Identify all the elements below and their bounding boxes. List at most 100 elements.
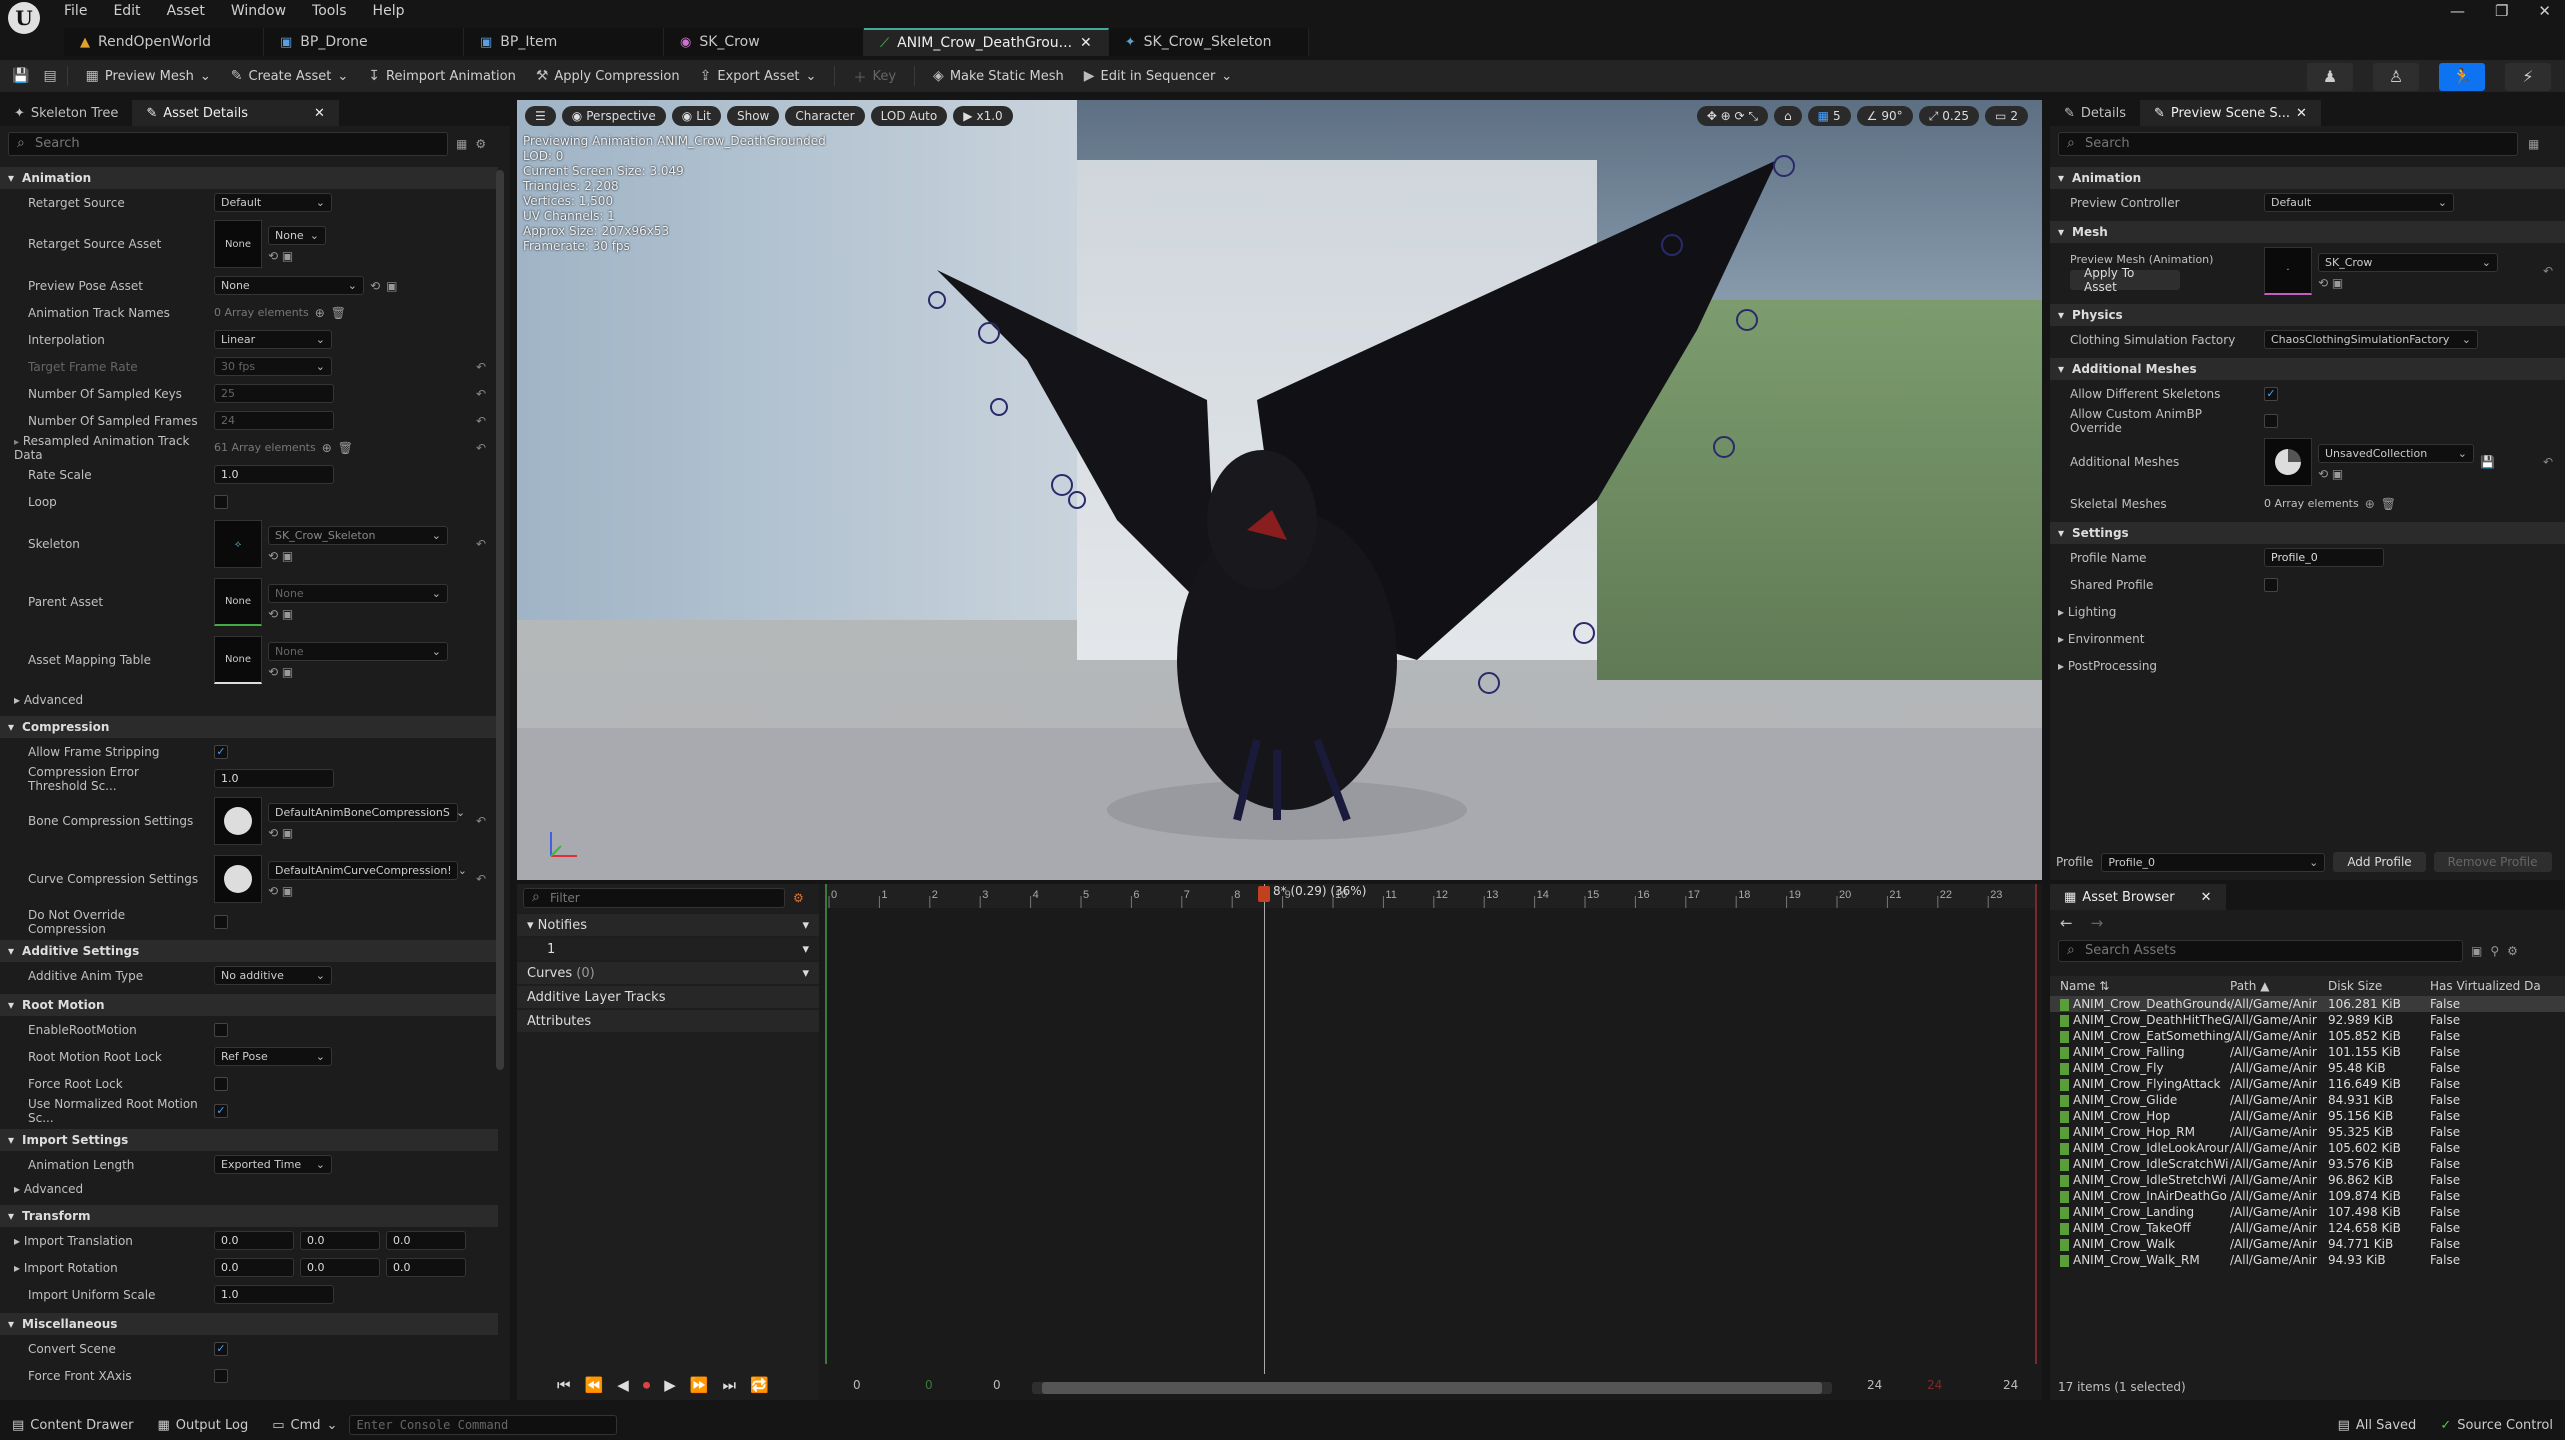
scrollbar[interactable]	[496, 170, 504, 1070]
use-selected-icon[interactable]: ⟲	[268, 826, 278, 840]
asset-row[interactable]: ANIM_Crow_Glide/All/Game/Anir 84.931 KiB F…	[2050, 1092, 2565, 1108]
close-tab-icon[interactable]: ✕	[1080, 35, 1092, 51]
surface-snap-icon[interactable]: ⌂	[1774, 106, 1802, 126]
rate-scale-input[interactable]: 1.0	[214, 465, 334, 484]
delete-icon[interactable]: 🗑	[338, 441, 353, 455]
category-physics[interactable]: ▾ Physics	[2050, 304, 2565, 326]
play-reverse-icon[interactable]: ◀	[617, 1376, 629, 1394]
time-range-thumb[interactable]	[1042, 1382, 1822, 1394]
skeleton-mode-icon[interactable]: ♟	[2307, 63, 2353, 91]
environment-expander[interactable]: ▸ Environment	[2050, 625, 2565, 652]
parent-asset-dropdown[interactable]: None	[268, 583, 448, 603]
browse-folder-icon[interactable]: ▣	[386, 279, 397, 293]
col-virtualized[interactable]: Has Virtualized Da	[2430, 979, 2565, 993]
asset-row[interactable]: ANIM_Crow_Fly/All/Game/Anir 95.48 KiB Fals…	[2050, 1060, 2565, 1076]
do-not-override-checkbox[interactable]	[214, 914, 228, 929]
lod-button[interactable]: LOD Auto	[870, 106, 948, 126]
notifies-track[interactable]: ▾ Notifies ▾	[517, 914, 819, 936]
track-filter-input[interactable]: Filter	[523, 888, 785, 908]
asset-row[interactable]: ANIM_Crow_DeathGrounde/All/Game/Anir 106.…	[2050, 996, 2565, 1012]
additive-type-dropdown[interactable]: No additive	[214, 966, 332, 985]
show-button[interactable]: Show	[726, 106, 780, 126]
category-settings[interactable]: ▾ Settings	[2050, 522, 2565, 544]
export-asset-button[interactable]: ⇪ Export Asset ⌄	[692, 63, 825, 89]
reset-icon[interactable]: ↶	[476, 360, 486, 374]
category-import-settings[interactable]: ▾ Import Settings	[0, 1129, 498, 1151]
preview-controller-dropdown[interactable]: Default	[2264, 193, 2454, 212]
tab-details[interactable]: ✎ Details	[2050, 100, 2140, 126]
forward-arrow-icon[interactable]: →	[2091, 914, 2104, 932]
add-element-icon[interactable]: ⊕	[315, 306, 325, 320]
loop-checkbox[interactable]	[214, 494, 228, 509]
playback-speed-button[interactable]: ▶ x1.0	[953, 106, 1013, 126]
category-compression[interactable]: ▾ Compression	[0, 716, 498, 738]
root-motion-checkbox[interactable]	[214, 1022, 228, 1037]
unreal-logo-icon[interactable]: U	[8, 2, 40, 34]
rotation-x-input[interactable]: 0.0	[214, 1258, 294, 1277]
menu-asset[interactable]: Asset	[167, 3, 205, 19]
rotation-z-input[interactable]: 0.0	[386, 1258, 466, 1277]
browse-folder-icon[interactable]: ▣	[282, 665, 293, 679]
normalized-checkbox[interactable]: ✓	[214, 1103, 228, 1118]
preview-pose-dropdown[interactable]: None	[214, 276, 364, 295]
notify-track-1[interactable]: 1 ▾	[517, 938, 819, 960]
close-icon[interactable]: ✕	[2296, 106, 2307, 121]
asset-row[interactable]: ANIM_Crow_InAirDeathGo/All/Game/Anir 109.…	[2050, 1188, 2565, 1204]
edit-in-sequencer-button[interactable]: ▶ Edit in Sequencer ⌄	[1076, 63, 1240, 89]
attributes-track[interactable]: Attributes	[517, 1010, 819, 1032]
physics-mode-icon[interactable]: ⚡	[2505, 63, 2551, 91]
mapping-thumbnail[interactable]: None	[214, 636, 262, 684]
preview-mesh-thumbnail[interactable]: ·	[2264, 247, 2312, 295]
restore-icon[interactable]: ❐	[2495, 2, 2508, 20]
reset-icon[interactable]: ↶	[2543, 264, 2553, 278]
reimport-button[interactable]: ↧ Reimport Animation	[360, 63, 524, 89]
tab-rendopenworld[interactable]: ▲ RendOpenWorld	[64, 28, 264, 56]
mesh-mode-icon[interactable]: ♙	[2373, 63, 2419, 91]
add-element-icon[interactable]: ⊕	[322, 441, 332, 455]
use-selected-icon[interactable]: ⟲	[268, 607, 278, 621]
reset-icon[interactable]: ↶	[476, 441, 486, 455]
menu-edit[interactable]: Edit	[113, 3, 140, 19]
asset-row[interactable]: ANIM_Crow_TakeOff/All/Game/Anir 124.658 K…	[2050, 1220, 2565, 1236]
browse-folder-icon[interactable]: ▣	[282, 607, 293, 621]
asset-row[interactable]: ANIM_Crow_Hop/All/Game/Anir 95.156 KiB Fal…	[2050, 1108, 2565, 1124]
browse-folder-icon[interactable]: ▣	[282, 884, 293, 898]
output-log-button[interactable]: ▦ Output Log	[145, 1418, 260, 1433]
advanced-expander[interactable]: ▸ Advanced	[0, 1178, 498, 1200]
root-lock-dropdown[interactable]: Ref Pose	[214, 1047, 332, 1066]
character-button[interactable]: Character	[785, 106, 865, 126]
reset-icon[interactable]: ↶	[476, 814, 486, 828]
angle-snap-button[interactable]: ∠ 90°	[1856, 106, 1913, 126]
asset-row[interactable]: ANIM_Crow_IdleScratchWi/All/Game/Anir 93.…	[2050, 1156, 2565, 1172]
content-drawer-button[interactable]: ▤ Content Drawer	[0, 1418, 145, 1433]
source-control-button[interactable]: ✓ Source Control	[2428, 1418, 2565, 1433]
remove-profile-button[interactable]: Remove Profile	[2433, 852, 2552, 872]
asset-thumbnail[interactable]: None	[214, 220, 262, 268]
parent-asset-thumbnail[interactable]: None	[214, 578, 262, 626]
force-front-checkbox[interactable]	[214, 1368, 228, 1383]
use-selected-icon[interactable]: ⟲	[268, 249, 278, 263]
reset-icon[interactable]: ↶	[476, 387, 486, 401]
category-additive[interactable]: ▾ Additive Settings	[0, 940, 498, 962]
key-button[interactable]: ＋ Key	[845, 63, 904, 89]
add-element-icon[interactable]: ⊕	[2365, 497, 2375, 511]
mapping-dropdown[interactable]: None	[268, 641, 448, 661]
reset-icon[interactable]: ↶	[2543, 455, 2553, 469]
tab-skeleton-tree[interactable]: ✦ Skeleton Tree	[0, 100, 132, 126]
use-selected-icon[interactable]: ⟲	[2318, 276, 2328, 290]
save-icon[interactable]: 💾	[12, 68, 29, 84]
collection-thumbnail[interactable]	[2264, 438, 2312, 486]
table-view-icon[interactable]: ▦	[2528, 137, 2539, 151]
close-icon[interactable]: ✕	[314, 106, 325, 121]
browse-folder-icon[interactable]: ▣	[2332, 276, 2343, 290]
folder-icon[interactable]: ▣	[2471, 944, 2482, 958]
use-selected-icon[interactable]: ⟲	[268, 549, 278, 563]
category-mesh[interactable]: ▾ Mesh	[2050, 221, 2565, 243]
prop-resampled-track-data[interactable]: ▸ Resampled Animation Track Data 61 Array…	[0, 434, 498, 462]
asset-picker-dropdown[interactable]: None	[268, 225, 326, 245]
convert-scene-checkbox[interactable]: ✓	[214, 1341, 228, 1356]
viewport-menu-icon[interactable]: ☰	[525, 106, 556, 126]
asset-row[interactable]: ANIM_Crow_IdleStretchWi/All/Game/Anir 96.…	[2050, 1172, 2565, 1188]
close-icon[interactable]: ✕	[2201, 890, 2212, 905]
animation-mode-icon[interactable]: 🏃	[2439, 63, 2485, 91]
